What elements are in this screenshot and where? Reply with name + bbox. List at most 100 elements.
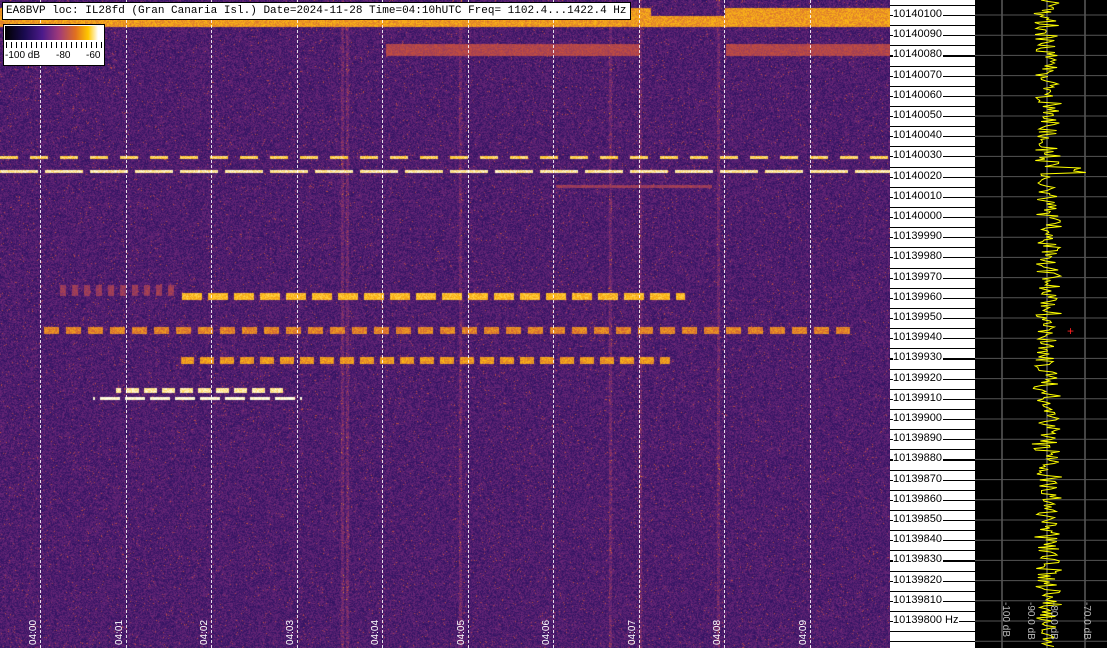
time-label: 04:06 bbox=[541, 620, 544, 645]
time-label: 04:08 bbox=[712, 620, 715, 645]
scale-tick bbox=[890, 126, 975, 127]
time-gridline bbox=[126, 0, 127, 648]
freq-label: 10139880 bbox=[893, 452, 943, 464]
scale-tick bbox=[890, 5, 975, 6]
freq-label: 10139830 bbox=[893, 553, 943, 565]
freq-label: 10139910 bbox=[893, 392, 943, 404]
freq-label: 10140010 bbox=[893, 190, 943, 202]
freq-label: 10139800 Hz bbox=[893, 614, 959, 626]
freq-label: 10140020 bbox=[893, 170, 943, 182]
freq-label: 10140040 bbox=[893, 129, 943, 141]
freq-label: 10140080 bbox=[893, 48, 943, 60]
time-gridline bbox=[639, 0, 640, 648]
scale-tick bbox=[890, 369, 975, 370]
scale-tick bbox=[890, 308, 975, 309]
time-label: 04:05 bbox=[456, 620, 459, 645]
freq-label: 10140050 bbox=[893, 109, 943, 121]
cursor-marker: + bbox=[1067, 324, 1074, 338]
scale-tick bbox=[890, 167, 975, 168]
power-label: -100 dB bbox=[1000, 602, 1011, 637]
power-trace bbox=[1032, 0, 1086, 647]
scale-tick bbox=[890, 571, 975, 572]
time-label: 04:01 bbox=[114, 620, 117, 645]
scale-tick bbox=[890, 25, 975, 26]
header-title: EA8BVP loc: IL28fd (Gran Canaria Isl.) D… bbox=[2, 2, 631, 20]
scale-tick bbox=[890, 530, 975, 531]
freq-label: 10139930 bbox=[893, 351, 943, 363]
freq-label: 10140000 bbox=[893, 210, 943, 222]
freq-label: 10140070 bbox=[893, 69, 943, 81]
time-label: 04:03 bbox=[285, 620, 288, 645]
scale-tick bbox=[890, 470, 975, 471]
time-gridline bbox=[468, 0, 469, 648]
color-scale-bar bbox=[5, 26, 103, 40]
legend-label-max: -60 bbox=[86, 50, 100, 61]
freq-label: 10139820 bbox=[893, 574, 943, 586]
freq-label: 10139940 bbox=[893, 331, 943, 343]
scale-tick bbox=[890, 227, 975, 228]
scale-tick bbox=[890, 550, 975, 551]
scale-tick bbox=[890, 631, 975, 632]
scale-tick bbox=[890, 187, 975, 188]
power-label: -90.0 dB bbox=[1025, 602, 1036, 640]
freq-label: 10139810 bbox=[893, 594, 943, 606]
legend-label-mid: -80 bbox=[56, 50, 70, 61]
scale-tick bbox=[890, 328, 975, 329]
freq-label: 10140090 bbox=[893, 28, 943, 40]
freq-label: 10139970 bbox=[893, 271, 943, 283]
power-label: -80.0 dB bbox=[1048, 602, 1059, 640]
scale-tick bbox=[890, 66, 975, 67]
freq-label: 10139870 bbox=[893, 473, 943, 485]
time-gridline bbox=[297, 0, 298, 648]
freq-label: 10139860 bbox=[893, 493, 943, 505]
freq-label: 10139950 bbox=[893, 311, 943, 323]
freq-label: 10140030 bbox=[893, 149, 943, 161]
scale-tick bbox=[890, 268, 975, 269]
power-trace-plot: + bbox=[975, 0, 1107, 648]
scale-tick bbox=[890, 641, 975, 642]
scale-tick bbox=[890, 449, 975, 450]
time-gridline bbox=[382, 0, 383, 648]
power-label: -70.0 dB bbox=[1081, 602, 1092, 640]
time-label: 04:09 bbox=[798, 620, 801, 645]
scale-tick bbox=[890, 611, 975, 612]
freq-label: 10139980 bbox=[893, 250, 943, 262]
time-label: 04:00 bbox=[28, 620, 31, 645]
scale-tick bbox=[890, 429, 975, 430]
freq-label: 10140100 bbox=[893, 8, 943, 20]
freq-label: 10139850 bbox=[893, 513, 943, 525]
scale-tick bbox=[890, 45, 975, 46]
scale-tick bbox=[890, 490, 975, 491]
freq-label: 10139840 bbox=[893, 533, 943, 545]
time-label: 04:07 bbox=[627, 620, 630, 645]
legend-label-min: -100 dB bbox=[5, 50, 40, 61]
time-gridline bbox=[810, 0, 811, 648]
scale-tick bbox=[890, 409, 975, 410]
freq-label: 10139960 bbox=[893, 291, 943, 303]
scale-tick bbox=[890, 86, 975, 87]
freq-label: 10139920 bbox=[893, 372, 943, 384]
time-label: 04:04 bbox=[370, 620, 373, 645]
scale-tick bbox=[890, 348, 975, 349]
time-gridline bbox=[40, 0, 41, 648]
time-gridline bbox=[724, 0, 725, 648]
frequency-scale: 10140100 10140090 10140080 10140070 10140060… bbox=[890, 0, 975, 648]
time-gridline bbox=[211, 0, 212, 648]
scale-tick bbox=[890, 288, 975, 289]
scale-tick bbox=[890, 510, 975, 511]
freq-label: 10139890 bbox=[893, 432, 943, 444]
scale-tick bbox=[890, 389, 975, 390]
scale-tick bbox=[890, 207, 975, 208]
time-gridline bbox=[553, 0, 554, 648]
scale-tick bbox=[890, 146, 975, 147]
scale-tick bbox=[890, 106, 975, 107]
waterfall-spectrogram[interactable] bbox=[0, 0, 890, 648]
scale-tick bbox=[890, 591, 975, 592]
time-label: 04:02 bbox=[199, 620, 202, 645]
color-legend: -100 dB -80 -60 bbox=[3, 24, 105, 66]
freq-label: 10139990 bbox=[893, 230, 943, 242]
legend-ticks bbox=[6, 42, 102, 48]
power-panel: + -100 dB -90.0 dB -80.0 dB -70.0 dB bbox=[975, 0, 1107, 648]
scale-tick bbox=[890, 247, 975, 248]
freq-label: 10139900 bbox=[893, 412, 943, 424]
